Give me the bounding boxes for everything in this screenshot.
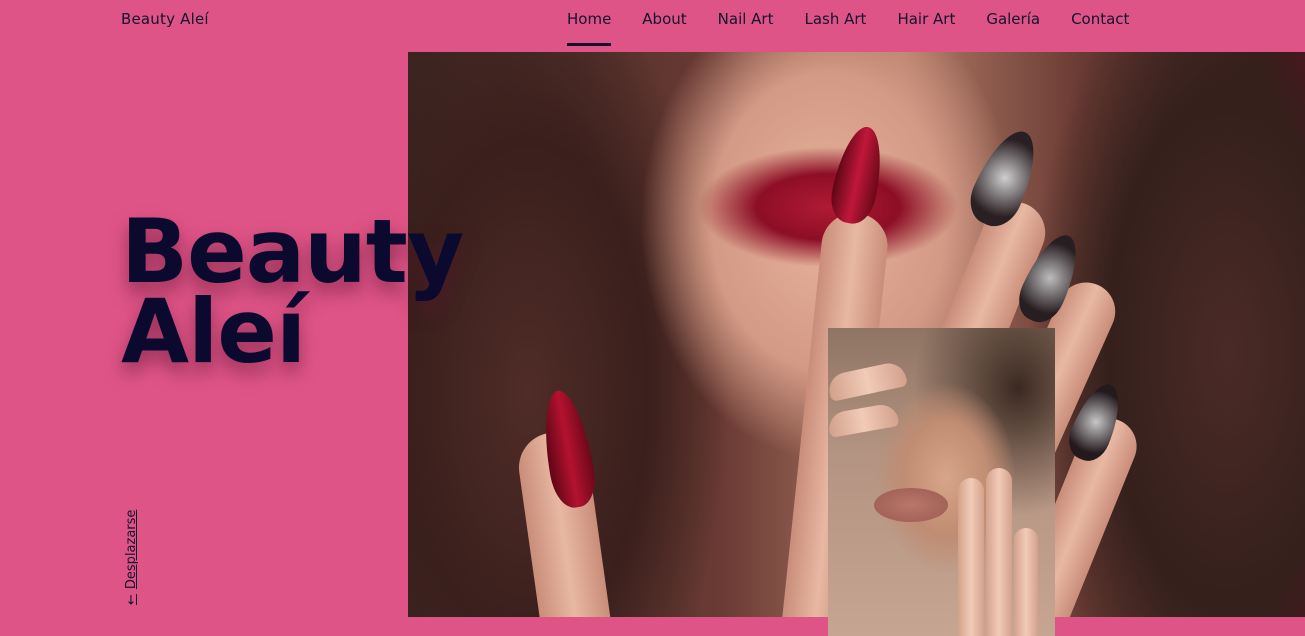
nav-item-lash-art[interactable]: Lash Art — [804, 0, 866, 46]
photo-nail-red — [826, 122, 890, 228]
inset-photo-finger — [958, 478, 984, 636]
hero-title-line-2: Aleí — [121, 280, 306, 383]
nav-item-hair-art[interactable]: Hair Art — [897, 0, 955, 46]
arrow-down-icon: ← — [124, 594, 139, 605]
nav-item-about[interactable]: About — [642, 0, 686, 46]
inset-photo-lips — [874, 488, 948, 522]
main-nav: Home About Nail Art Lash Art Hair Art Ga… — [567, 0, 1160, 46]
hero-title: Beauty Aleí — [121, 208, 464, 383]
scroll-down-link[interactable]: ← Desplazarse — [124, 510, 139, 605]
nav-item-contact[interactable]: Contact — [1071, 0, 1129, 46]
page: Beauty Aleí Home About Nail Art Lash Art… — [0, 0, 1305, 636]
scroll-label: Desplazarse — [124, 509, 139, 590]
nav-item-galeria[interactable]: Galería — [986, 0, 1040, 46]
nav-item-home[interactable]: Home — [567, 0, 612, 46]
inset-photo-finger — [986, 468, 1012, 636]
inset-photo-finger — [1014, 528, 1038, 636]
inset-photo-french-manicure — [828, 328, 1055, 636]
inset-photo-finger — [828, 402, 900, 438]
site-logo-link[interactable]: Beauty Aleí — [121, 10, 209, 28]
inset-photo-finger — [828, 360, 908, 402]
nav-item-nail-art[interactable]: Nail Art — [718, 0, 774, 46]
